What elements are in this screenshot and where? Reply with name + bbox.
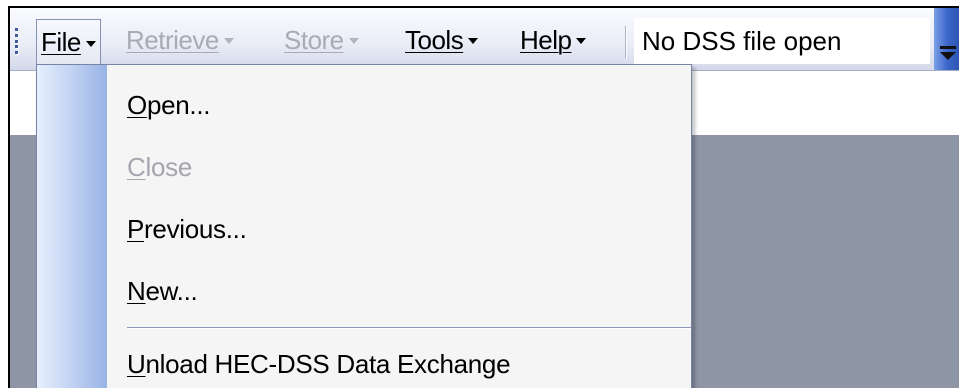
menu-tools[interactable]: Tools <box>405 18 479 62</box>
menu-item-close[interactable]: Close <box>127 147 192 187</box>
menu-icon-gutter <box>37 65 107 388</box>
mnemonic-letter: N <box>127 275 146 306</box>
menu-item-open[interactable]: Open... <box>127 85 211 125</box>
menu-help[interactable]: Help <box>520 18 587 62</box>
caret-down-icon <box>468 38 479 44</box>
menu-item-label: ew... <box>145 275 198 306</box>
mnemonic-letter: P <box>127 213 145 244</box>
toolbar-separator <box>625 26 626 58</box>
file-menu-dropdown: Open... Close Previous... New... Unload … <box>36 64 692 388</box>
mnemonic-letter: U <box>127 348 146 379</box>
application-window: File Retrieve Store Tools Help No DSS fi… <box>8 6 959 388</box>
menu-retrieve-label: Retrieve <box>126 24 219 55</box>
menu-item-new[interactable]: New... <box>127 271 198 311</box>
menu-retrieve[interactable]: Retrieve <box>126 18 234 62</box>
mnemonic-letter: C <box>127 151 146 182</box>
menu-store[interactable]: Store <box>284 18 359 62</box>
caret-down-icon <box>576 38 587 44</box>
menu-toolbar: File Retrieve Store Tools Help No DSS fi… <box>10 8 959 71</box>
caret-down-icon <box>85 40 96 47</box>
menu-item-label: lose <box>145 151 192 182</box>
menu-file-label: File <box>41 27 81 57</box>
menu-item-label: revious... <box>144 213 247 244</box>
menu-item-label: nload HEC-DSS Data Exchange <box>145 348 511 379</box>
toolbar-grip-icon[interactable] <box>15 28 19 54</box>
menu-item-previous[interactable]: Previous... <box>127 209 247 249</box>
caret-down-icon <box>223 38 234 44</box>
dss-file-status: No DSS file open <box>634 18 930 64</box>
menu-file[interactable]: File <box>36 19 101 65</box>
mnemonic-letter: O <box>127 89 147 120</box>
chevron-down-icon <box>940 52 956 60</box>
menu-help-label: Help <box>520 24 572 55</box>
toolbar-overflow-button[interactable] <box>934 8 959 70</box>
menu-item-label: pen... <box>146 89 211 120</box>
menu-store-label: Store <box>284 24 344 55</box>
menu-item-unload[interactable]: Unload HEC-DSS Data Exchange <box>127 344 511 384</box>
menu-tools-label: Tools <box>405 24 464 55</box>
menu-divider <box>127 327 691 328</box>
overflow-bar-icon <box>940 46 956 49</box>
caret-down-icon <box>348 38 359 44</box>
